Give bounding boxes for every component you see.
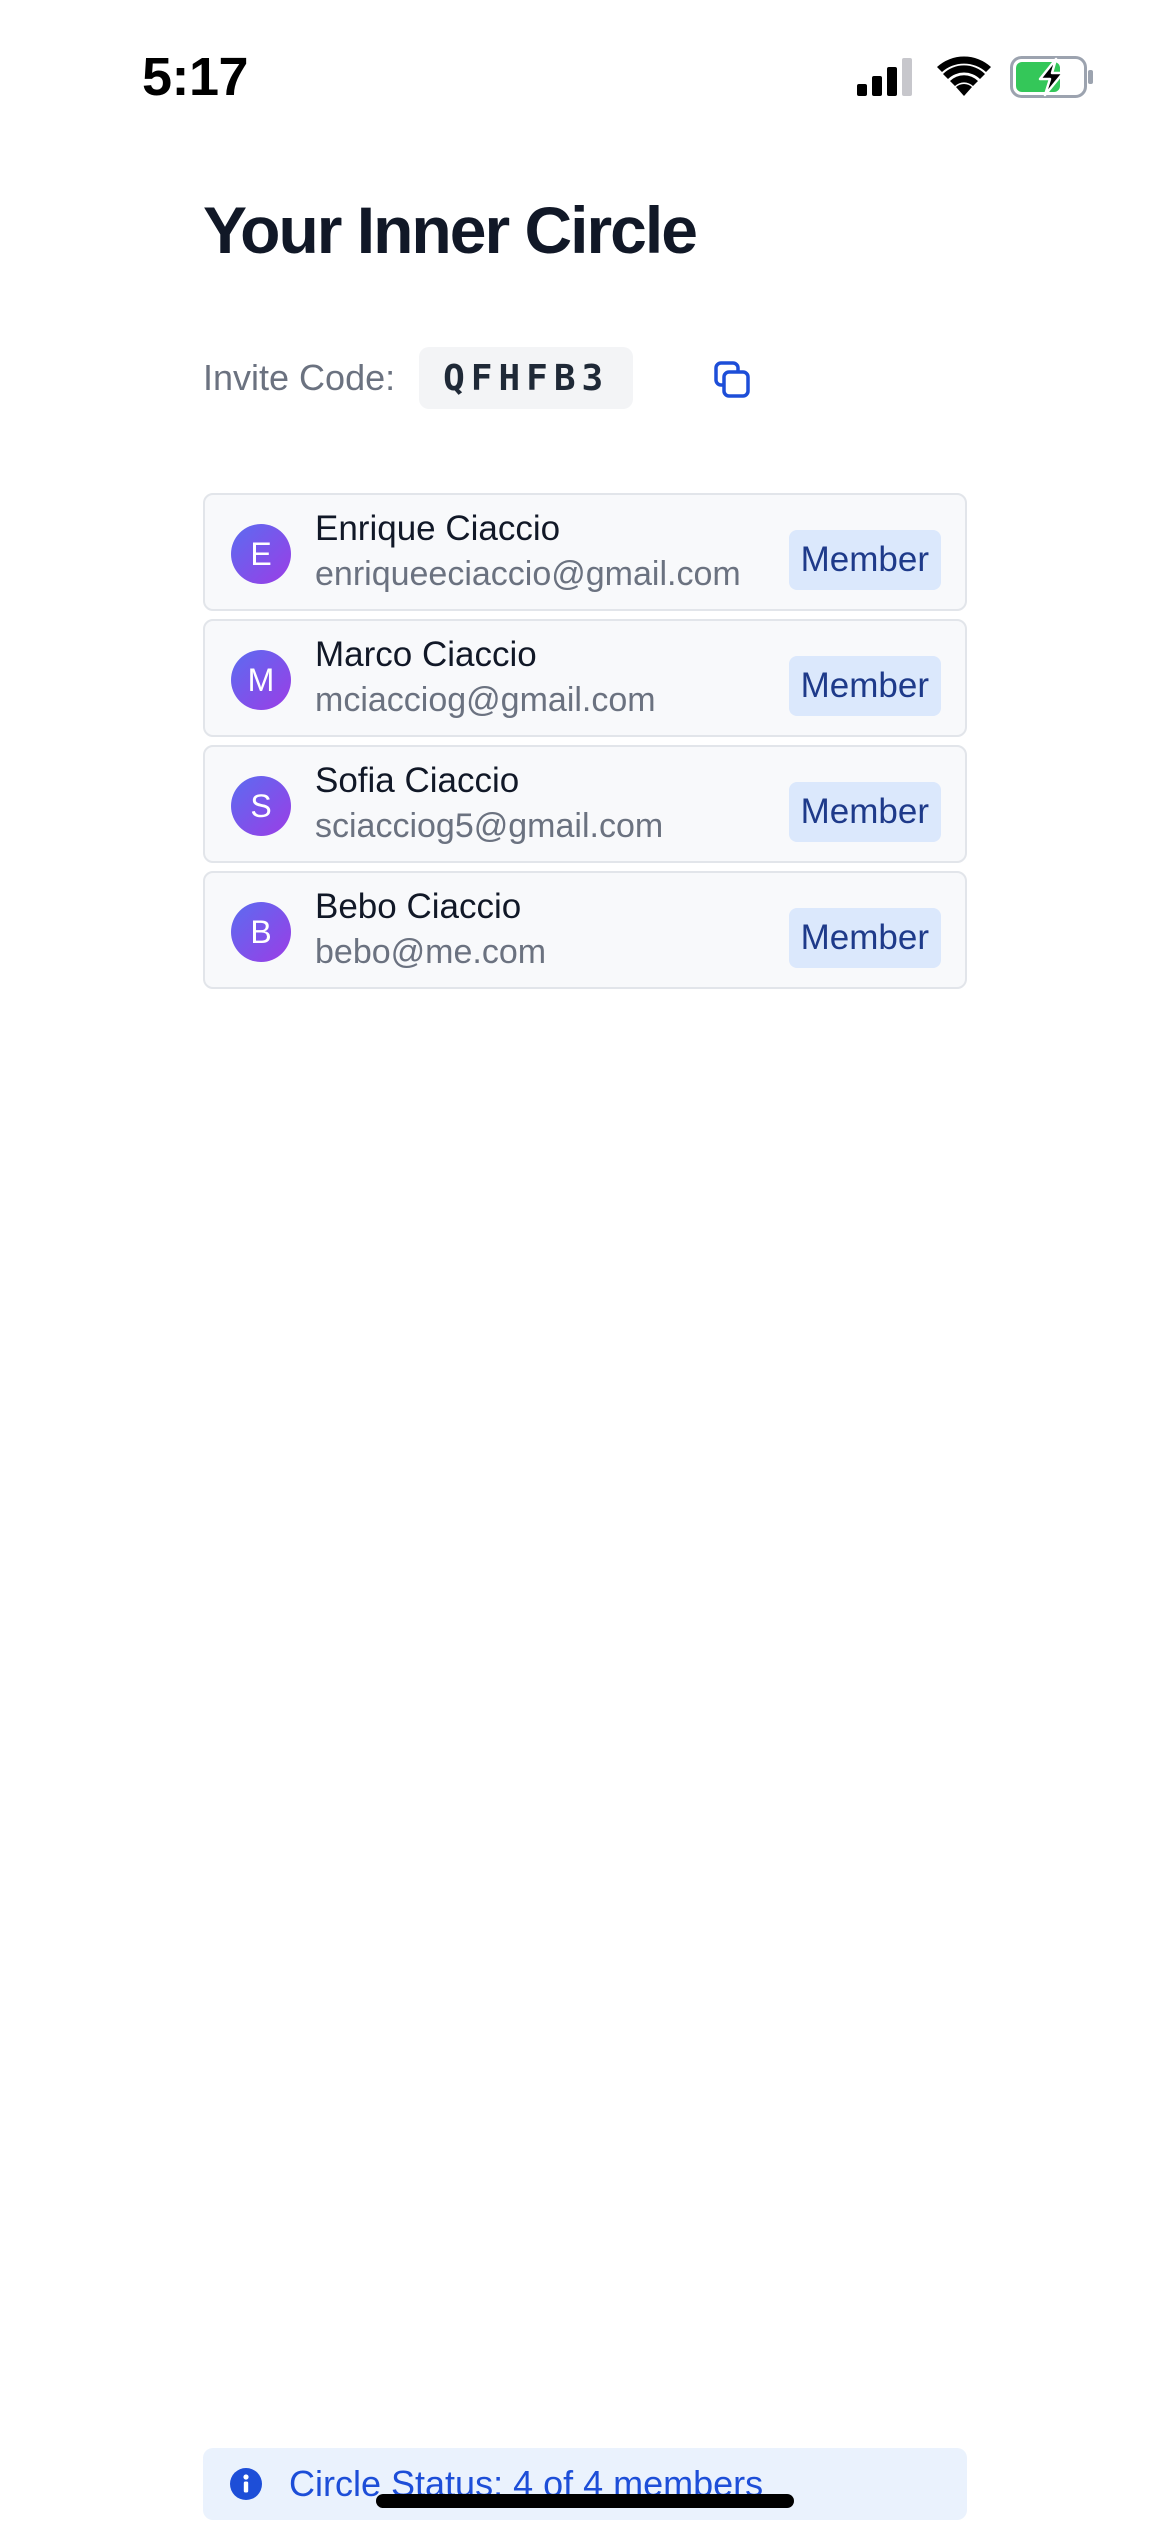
member-name: Marco Ciaccio (315, 635, 537, 674)
invite-code-value: QFHFB3 (419, 347, 634, 409)
member-card[interactable]: M Marco Ciaccio mciacciog@gmail.com Memb… (203, 619, 967, 737)
member-name: Sofia Ciaccio (315, 761, 520, 800)
avatar: B (231, 902, 291, 962)
battery-charging-icon (1010, 56, 1093, 98)
status-bar: 5:17 (0, 0, 1170, 150)
avatar: S (231, 776, 291, 836)
wifi-icon (937, 56, 991, 96)
role-badge: Member (788, 908, 941, 968)
copy-invite-code-button[interactable] (704, 352, 760, 408)
signal-icon (857, 58, 912, 96)
avatar: M (231, 650, 291, 710)
home-indicator[interactable] (376, 2494, 794, 2508)
member-list: E Enrique Ciaccio enriqueeciaccio@gmail.… (203, 493, 967, 997)
copy-icon (714, 361, 750, 398)
member-email: sciacciog5@gmail.com (315, 807, 664, 845)
circle-status-banner: Circle Status: 4 of 4 members (203, 2448, 967, 2520)
member-card[interactable]: E Enrique Ciaccio enriqueeciaccio@gmail.… (203, 493, 967, 611)
info-icon (230, 2468, 262, 2500)
page-title: Your Inner Circle (203, 193, 698, 267)
invite-code-label: Invite Code: (203, 357, 396, 398)
member-email: enriqueeciaccio@gmail.com (315, 555, 741, 593)
member-name: Enrique Ciaccio (315, 509, 561, 548)
role-badge: Member (788, 782, 941, 842)
member-card[interactable]: S Sofia Ciaccio sciacciog5@gmail.com Mem… (203, 745, 967, 863)
invite-code-row: Invite Code: QFHFB3 (203, 347, 634, 409)
member-name: Bebo Ciaccio (315, 887, 522, 926)
member-card[interactable]: B Bebo Ciaccio bebo@me.com Member (203, 871, 967, 989)
role-badge: Member (788, 530, 941, 590)
member-email: mciacciog@gmail.com (315, 681, 656, 719)
screen: 5:17 Your Inner Circle Invite Code: QFHF… (0, 0, 1170, 2532)
member-email: bebo@me.com (315, 933, 547, 971)
avatar: E (231, 524, 291, 584)
status-time: 5:17 (142, 47, 249, 107)
role-badge: Member (788, 656, 941, 716)
